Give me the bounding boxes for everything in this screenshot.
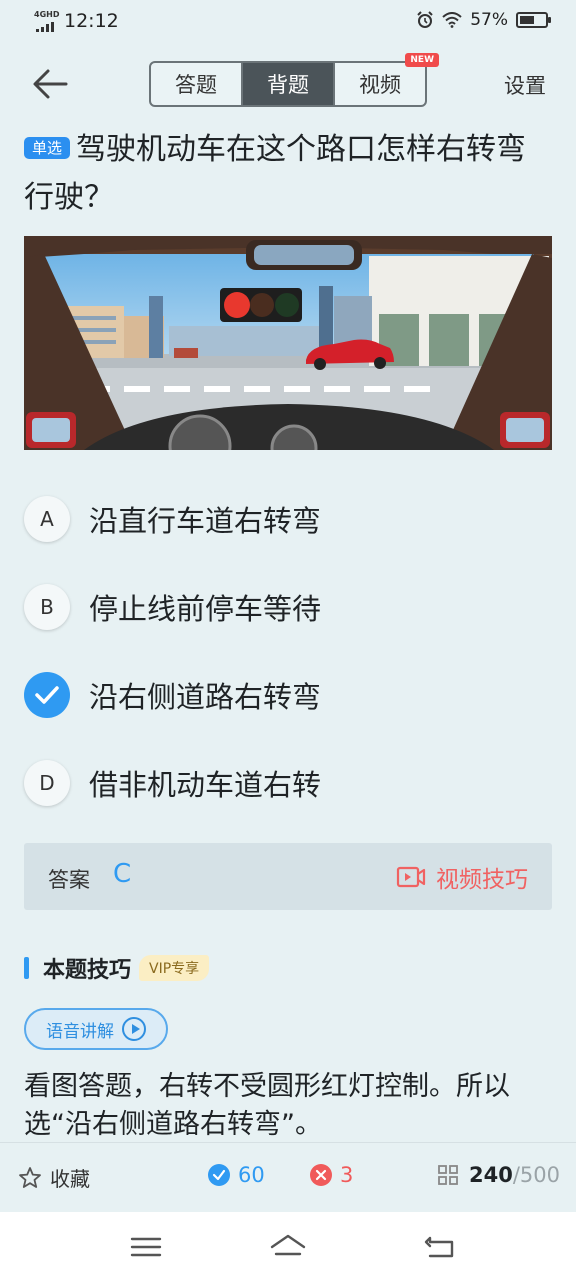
explanation-text: 看图答题，右转不受圆形红灯控制。所以选“沿右侧道路右转弯”。 [24,1071,510,1140]
home-icon[interactable] [268,1232,308,1262]
answer-value: C [113,859,132,889]
option-c-text: 沿右侧道路右转弯 [89,680,322,714]
question-progress[interactable]: 240/500 [437,1163,560,1187]
system-navigation-bar [0,1212,576,1280]
settings-button[interactable]: 设置 [504,70,546,100]
alarm-icon [417,11,433,28]
option-a-marker: A [24,496,70,542]
favorite-button[interactable]: 收藏 [18,1163,90,1192]
checkmark-icon [35,686,59,704]
play-icon [122,1017,146,1041]
wrong-count[interactable]: 3 [310,1163,353,1187]
answer-label: 答案 [48,868,90,892]
section-accent-bar [24,957,29,979]
tips-header: 本题技巧 VIP专享 [24,950,210,986]
voice-explain-button[interactable]: 语音讲解 [24,1008,168,1050]
wrong-number: 3 [340,1163,354,1187]
star-icon [19,1166,41,1188]
battery-percent: 57% [470,10,508,30]
voice-explain-label: 语音讲解 [46,1021,114,1042]
network-label: 4GHD [34,10,60,19]
option-d[interactable]: D 借非机动车道右转 [24,758,544,808]
tab-video[interactable]: 视频 NEW [333,53,439,105]
option-c-marker [24,672,70,718]
status-bar: 4GHD 12:12 57% [0,0,576,44]
menu-icon[interactable] [126,1232,166,1262]
total-questions: /500 [512,1163,560,1187]
mode-tabs: 答题 背题 视频 NEW [149,53,439,107]
tab-video-label: 视频 [359,73,401,97]
correct-number: 60 [238,1163,265,1187]
correct-count[interactable]: 60 [208,1163,265,1187]
tips-title: 本题技巧 [43,958,132,983]
wrong-icon [310,1164,332,1186]
option-c[interactable]: 沿右侧道路右转弯 [24,670,544,720]
answer-panel: 答案 C 视频技巧 [24,843,552,910]
back-arrow-icon[interactable] [30,66,70,102]
tab-memorize[interactable]: 背题 [241,63,333,105]
wifi-icon [442,12,462,28]
video-tip-label: 视频技巧 [436,867,528,893]
vip-badge: VIP专享 [139,955,210,981]
clock: 12:12 [64,10,119,32]
option-b[interactable]: B 停止线前停车等待 [24,582,544,632]
current-question-number: 240 [468,1163,513,1187]
option-d-text: 借非机动车道右转 [89,768,322,802]
option-a-letter: A [40,507,54,531]
video-tip-button[interactable]: 视频技巧 [396,860,528,894]
intersection-illustration [24,236,552,450]
favorite-label: 收藏 [50,1167,90,1191]
question-stem: 驾驶机动车在这个路口怎样右转弯行驶？ [24,132,527,215]
new-badge: NEW [405,53,439,67]
correct-icon [208,1164,230,1186]
option-b-text: 停止线前停车等待 [89,592,322,626]
option-d-marker: D [24,760,70,806]
option-a-text: 沿直行车道右转弯 [89,504,322,538]
option-a[interactable]: A 沿直行车道右转弯 [24,494,544,544]
video-icon [396,866,426,888]
bottom-action-bar: 收藏 60 3 240/500 [0,1142,576,1212]
option-d-letter: D [39,771,55,795]
signal-icon: 4GHD [34,10,60,32]
tab-answer[interactable]: 答题 [151,63,241,105]
question-text: 单选 驾驶机动车在这个路口怎样右转弯行驶？ [24,126,544,222]
tab-answer-label: 答题 [175,73,217,97]
tab-memorize-label: 背题 [267,73,309,97]
option-b-marker: B [24,584,70,630]
grid-icon [438,1165,458,1185]
question-type-badge: 单选 [24,137,71,159]
battery-icon [516,12,551,28]
back-nav-icon[interactable] [420,1232,460,1262]
option-b-letter: B [40,595,54,619]
